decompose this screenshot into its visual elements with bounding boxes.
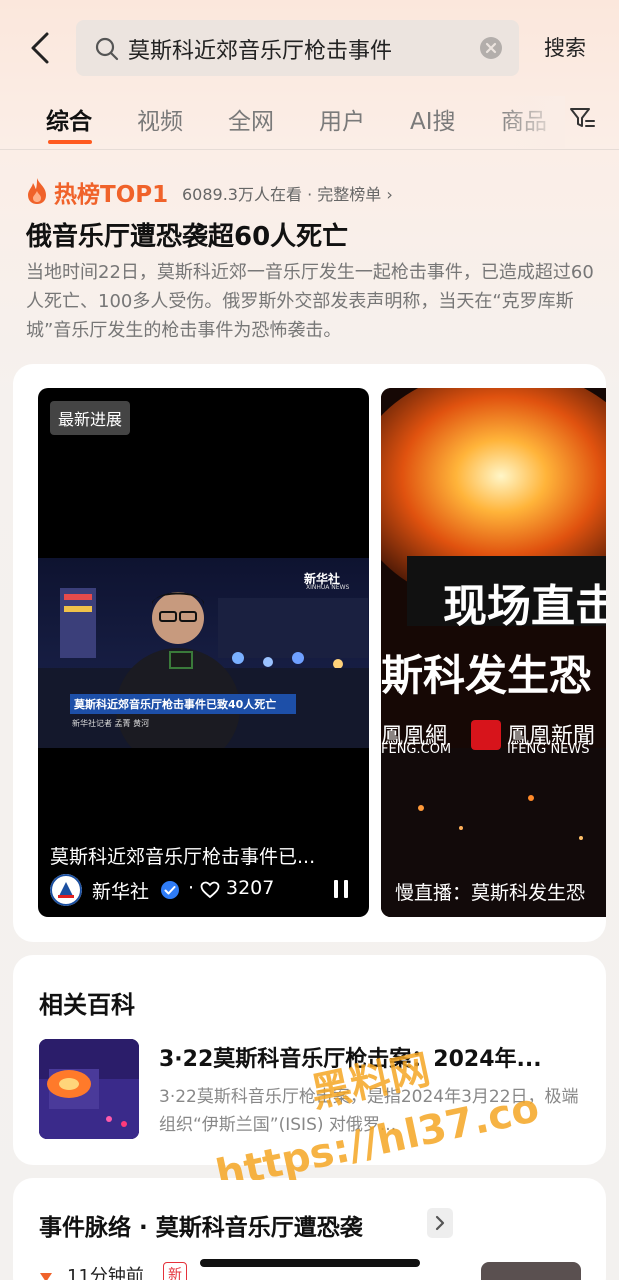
tab-users[interactable]: 用户 [319, 102, 365, 136]
venue-fire-image [39, 1039, 139, 1139]
ifeng-web-logo-en: FENG.COM [381, 742, 452, 757]
encyclopedia-headline[interactable]: 3·22莫斯科音乐厅枪击案：2024年... [159, 1041, 579, 1073]
separator-dot: · [188, 877, 195, 899]
flame-icon [28, 178, 46, 204]
ifeng-logos: 鳳凰網 FENG.COM 鳳凰新聞 IFENG NEWS [381, 718, 606, 758]
ifeng-logo-icon [471, 720, 501, 750]
chevron-right-icon [435, 1215, 445, 1231]
hot-summary: 当地时间22日，莫斯科近郊一音乐厅发生一起枪击事件，已造成超过60人死亡、100… [26, 262, 594, 341]
timeline-more-button[interactable] [427, 1208, 453, 1238]
encyclopedia-description: 3·22莫斯科音乐厅枪击案，是指2024年3月22日，极端组织“伊斯兰国”(IS… [159, 1087, 579, 1135]
new-badge: 新 [163, 1262, 187, 1280]
encyclopedia-section-title: 相关百科 [39, 991, 135, 1019]
like-count: 3207 [226, 877, 275, 899]
video-caption: 莫斯科近郊音乐厅枪击事件已... [50, 846, 316, 868]
ifeng-news-logo-en: IFENG NEWS [507, 742, 590, 757]
search-query: 莫斯科近郊音乐厅枪击事件 [128, 39, 393, 64]
timeline-title: 事件脉络 · 莫斯科音乐厅遭恐袭 [39, 1215, 363, 1241]
live-caption: 慢直播：莫斯科发生恐 [395, 882, 586, 904]
xinhua-avatar-icon [50, 874, 82, 906]
tab-comprehensive[interactable]: 综合 [46, 102, 92, 136]
active-tab-indicator [48, 140, 92, 144]
hot-rank-row[interactable]: 热榜TOP1 6089.3万人在看 · 完整榜单 › [26, 175, 606, 208]
back-icon[interactable] [22, 28, 62, 68]
verified-icon [161, 881, 179, 899]
latest-progress-badge: 最新进展 [50, 401, 131, 435]
clear-icon[interactable] [479, 36, 503, 60]
video-frame: 新华社 XINHUA NEWS 莫斯科近郊音乐厅枪击事件已致40人死亡 新华社记… [38, 558, 369, 748]
pause-icon[interactable] [330, 878, 352, 900]
video-carousel: 最新进展 新华社 XINHUA NEWS 莫斯科近郊音乐厅枪击事件已致40人死亡… [13, 364, 606, 942]
search-icon [95, 37, 119, 61]
search-input[interactable]: 莫斯科近郊音乐厅枪击事件 [76, 20, 519, 76]
video-player-live[interactable]: 现场直击 斯科发生恐 鳳凰網 FENG.COM 鳳凰新聞 IFENG NEWS … [381, 388, 606, 917]
tab-video[interactable]: 视频 [137, 102, 183, 136]
result-tabs: 综合 视频 全网 用户 AI搜 商品 [0, 96, 619, 150]
search-header: 莫斯科近郊音乐厅枪击事件 搜索 [0, 0, 619, 96]
video-footer: 新华社 · 3207 [50, 874, 360, 906]
live-banner-title: 现场直击 [443, 581, 606, 632]
hot-rank-meta[interactable]: 6089.3万人在看 · 完整榜单 › [182, 181, 393, 205]
encyclopedia-thumbnail [39, 1039, 139, 1139]
reporter-line: 新华社记者 孟菁 黄河 [72, 719, 150, 728]
xinhua-logo-en: XINHUA NEWS [306, 584, 350, 591]
video-player-main[interactable]: 最新进展 新华社 XINHUA NEWS 莫斯科近郊音乐厅枪击事件已致40人死亡… [38, 388, 369, 917]
hot-rank-badge: 热榜TOP1 [54, 182, 169, 208]
tab-web[interactable]: 全网 [228, 102, 274, 136]
timeline-time: 11分钟前 [67, 1266, 144, 1280]
home-indicator[interactable] [200, 1259, 420, 1267]
hot-headline[interactable]: 俄音乐厅遭恐袭超60人死亡 [26, 216, 348, 253]
encyclopedia-card[interactable]: 相关百科 3·22莫斯科音乐厅枪击案：2024年... 3·22莫斯科音乐厅枪击… [13, 955, 606, 1165]
filter-icon[interactable] [568, 104, 596, 132]
lower-third-text: 莫斯科近郊音乐厅枪击事件已致40人死亡 [74, 698, 277, 711]
tab-fade [495, 96, 565, 148]
search-button[interactable]: 搜索 [544, 32, 586, 62]
heart-icon[interactable] [200, 880, 220, 900]
timeline-marker-icon [40, 1273, 52, 1280]
live-banner-subtitle: 斯科发生恐 [381, 651, 592, 700]
author-name[interactable]: 新华社 [92, 877, 149, 904]
tab-ai-search[interactable]: AI搜 [410, 102, 456, 136]
timeline-thumbnail [481, 1262, 581, 1280]
author-avatar[interactable] [50, 874, 82, 906]
